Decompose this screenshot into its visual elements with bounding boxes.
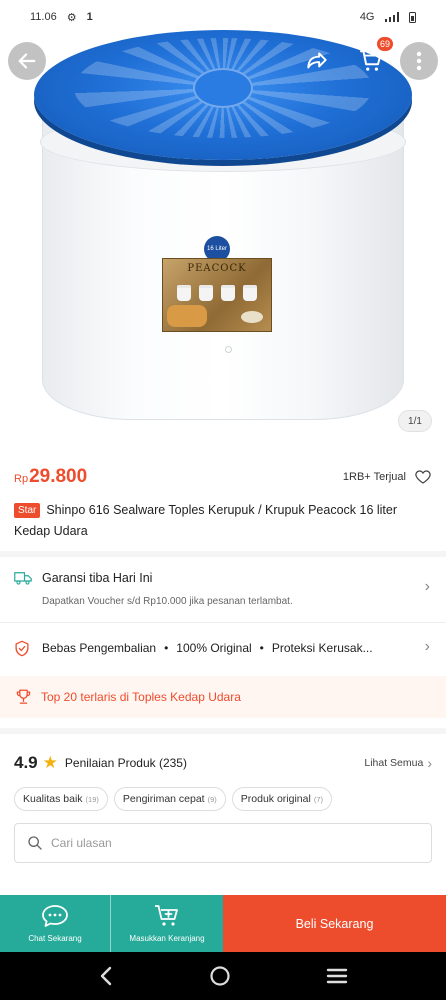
status-bar: 11.06 ⚙ 1 4G [0,0,446,34]
top-rank-text: Top 20 terlaris di Toples Kedap Udara [41,690,241,704]
section-divider [0,728,446,734]
signal-icon [384,12,399,22]
chat-now-label: Chat Sekarang [28,934,82,943]
see-all-label: Lihat Semua [364,757,424,769]
back-arrow-icon [18,53,36,69]
search-icon [28,836,42,850]
cart-button[interactable]: 69 [352,36,394,80]
nav-recents-icon[interactable] [326,967,348,985]
status-time: 11.06 [30,11,57,23]
chat-icon [42,905,68,927]
notification-icon: 1 [86,11,93,23]
product-title-text: Shinpo 616 Sealware Toples Kerupuk / Kru… [14,503,398,538]
product-price: Rp 29.800 [14,466,87,488]
row-divider [0,622,446,623]
network-label: 4G [359,11,375,23]
see-all-reviews-link[interactable]: Lihat Semua › [364,755,432,771]
notification-icon: ⚙ [66,11,77,24]
buy-now-label: Beli Sekarang [295,916,374,931]
battery-icon [409,11,416,23]
benefits-row[interactable]: Bebas Pengembalian • 100% Original • Proteks… [14,638,432,658]
review-chip[interactable]: Pengiriman cepat (9) [113,787,226,811]
chip-label: Kualitas baik [23,793,83,805]
guarantee-row[interactable]: Garansi tiba Hari Ini [14,568,432,588]
chip-count: (7) [313,794,323,804]
mini-jar [221,285,235,301]
system-navigation-bar [0,952,446,1000]
review-search-input[interactable] [51,836,411,850]
review-chip[interactable]: Produk original (7) [231,787,332,811]
add-to-cart-label: Masukkan Keranjang [129,934,205,943]
benefit-item: 100% Original [176,641,252,655]
product-label-sticker: PEACOCK [162,258,272,332]
buy-now-button[interactable]: Beli Sekarang [223,895,446,952]
benefit-separator: • [259,641,264,655]
review-chip[interactable]: Kualitas baik (19) [14,787,108,811]
heart-icon[interactable] [414,468,432,486]
share-button[interactable] [298,42,336,80]
review-search-box[interactable] [14,823,432,863]
lid-center [193,68,253,108]
review-filter-chips: Kualitas baik (19) Pengiriman cepat (9) Pr… [14,787,332,811]
chevron-right-icon: › [427,755,432,771]
chip-label: Produk original [240,793,311,805]
star-icon: ★ [42,753,58,772]
label-brand: PEACOCK [187,263,247,274]
nav-back-icon[interactable] [98,966,114,986]
benefit-item: Bebas Pengembalian [42,641,157,655]
crackers-photo [167,305,207,327]
share-icon [307,52,327,69]
shield-icon [14,640,34,657]
sold-info: 1RB+ Terjual [343,468,432,486]
section-divider [0,551,446,557]
mini-jar [177,285,191,301]
chat-now-button[interactable]: Chat Sekarang [0,895,110,952]
more-icon [416,51,422,71]
cart-count-badge: 69 [375,36,394,52]
chevron-right-icon: › [424,638,430,655]
top-rank-banner[interactable]: Top 20 terlaris di Toples Kedap Udara [0,676,446,718]
cart-plus-icon [155,905,178,926]
mini-jar [199,285,213,301]
cart-icon [360,50,382,71]
back-button[interactable] [8,42,46,80]
label-seal [241,311,263,323]
benefit-item: Proteksi Kerusak... [271,641,373,655]
air-valve [225,346,232,353]
price-value: 29.800 [29,466,88,487]
mini-jar [243,285,257,301]
price-currency: Rp [14,473,29,485]
bottom-action-bar: Chat Sekarang Masukkan Keranjang Beli Se… [0,895,446,952]
rating-score: 4.9 [14,753,38,772]
chevron-right-icon: › [424,578,430,595]
price-row: Rp 29.800 1RB+ Terjual [14,460,432,494]
truck-icon [14,571,34,585]
chip-label: Pengiriman cepat [122,793,205,805]
benefit-separator: • [164,641,169,655]
guarantee-title: Garansi tiba Hari Ini [42,571,153,585]
more-button[interactable] [400,42,438,80]
sold-count: 1RB+ Terjual [342,471,406,483]
product-title: Star Shinpo 616 Sealware Toples Kerupuk /… [14,500,424,542]
star-seller-badge: Star [14,503,41,518]
rating-label: Penilaian Produk (235) [64,756,187,770]
rating-row: 4.9 ★ Penilaian Produk (235) Lihat Semua… [14,750,432,776]
benefits-list: Bebas Pengembalian • 100% Original • Proteks… [42,641,412,655]
nav-home-icon[interactable] [209,965,231,987]
guarantee-subtitle: Dapatkan Voucher s/d Rp10.000 jika pesan… [42,596,293,607]
add-to-cart-button[interactable]: Masukkan Keranjang [110,895,223,952]
image-counter: 1/1 [398,410,432,432]
trophy-icon [16,689,31,704]
chip-count: (9) [207,794,217,804]
chip-count: (19) [85,794,99,804]
